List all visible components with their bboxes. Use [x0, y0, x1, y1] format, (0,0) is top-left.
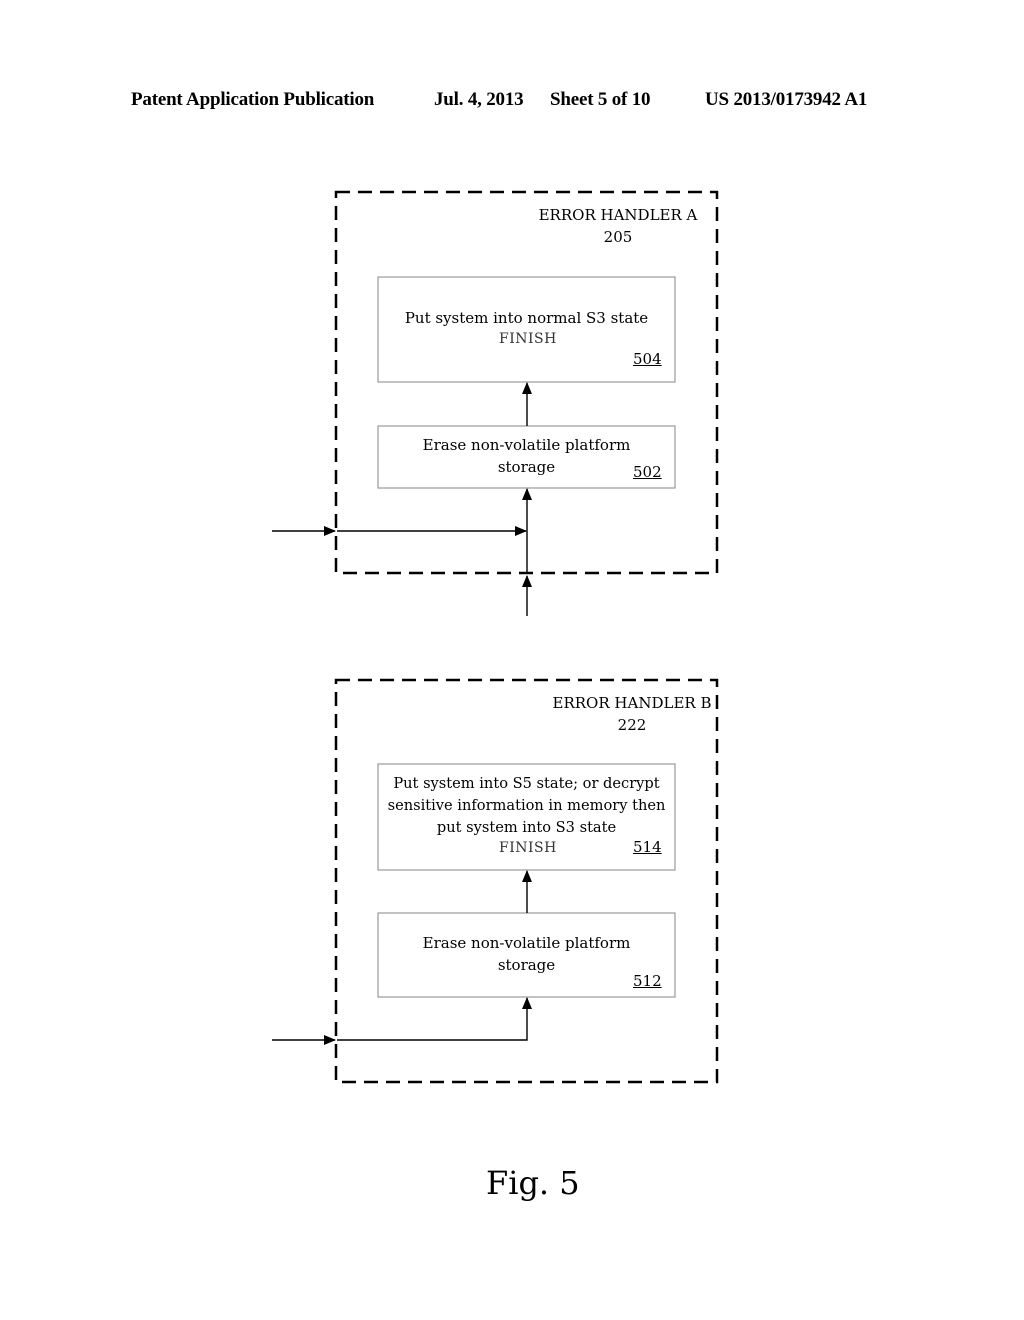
- step-512-text: Erase non-volatile platform storage: [422, 934, 631, 974]
- handler-a-ref: 205: [603, 228, 633, 246]
- figure-label: Fig. 5: [486, 1164, 580, 1202]
- handler-b-title: ERROR HANDLER B: [552, 694, 712, 712]
- step-504-box: [377, 276, 676, 383]
- step-514-status: FINISH: [499, 840, 557, 856]
- step-512-ref: 512: [633, 972, 662, 990]
- arrow-into-512: [337, 997, 532, 1041]
- step-504-ref: 504: [633, 350, 662, 368]
- handler-a-title: ERROR HANDLER A: [538, 206, 698, 224]
- handler-b-ref: 222: [617, 716, 647, 734]
- flow-diagram: [272, 190, 719, 1084]
- step-504-text: Put system into normal S3 state: [404, 309, 649, 327]
- step-514-text: Put system into S5 state; or decrypt sen…: [387, 775, 666, 836]
- step-504-status: FINISH: [499, 331, 557, 347]
- step-514-ref: 514: [633, 838, 662, 856]
- step-502-ref: 502: [633, 463, 662, 481]
- step-502-text: Erase non-volatile platform storage: [422, 436, 631, 476]
